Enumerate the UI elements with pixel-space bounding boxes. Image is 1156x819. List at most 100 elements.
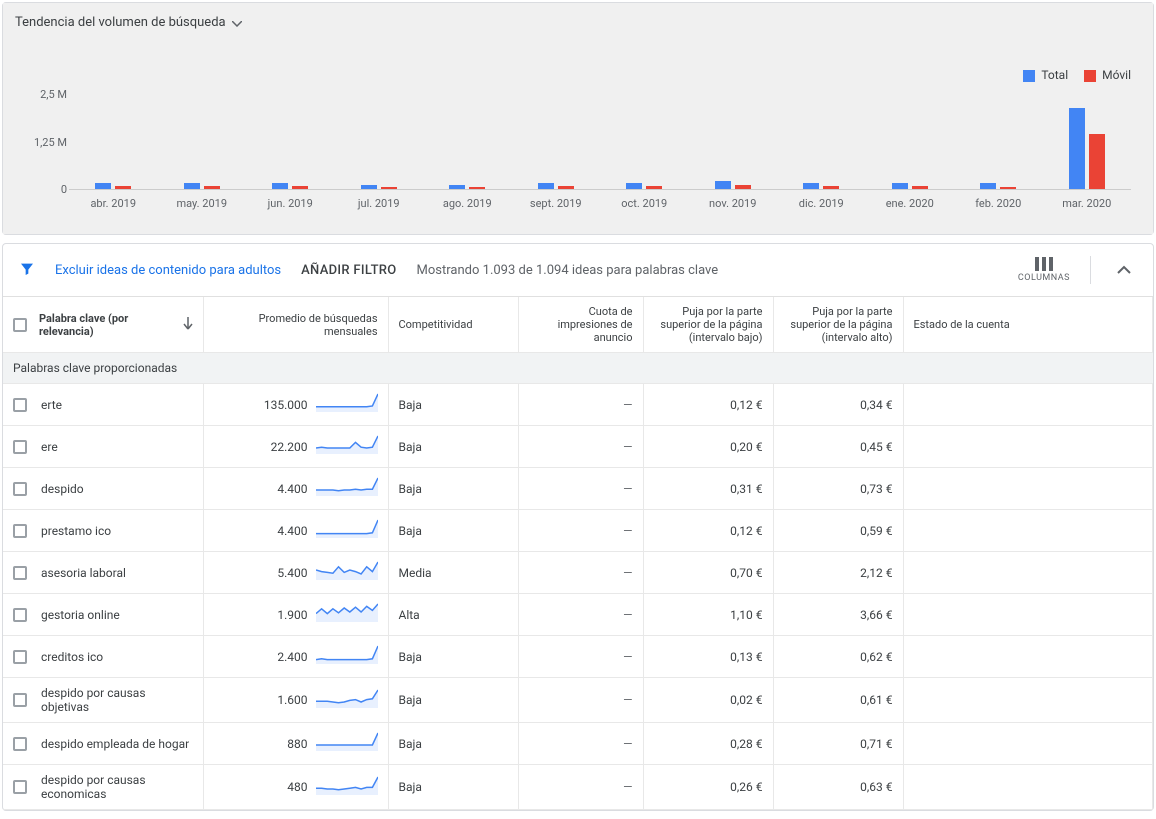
account-status bbox=[903, 510, 1153, 552]
row-checkbox[interactable] bbox=[13, 566, 27, 580]
row-checkbox[interactable] bbox=[13, 398, 27, 412]
x-tick: abr. 2019 bbox=[69, 197, 158, 210]
bar-movil bbox=[204, 186, 220, 189]
sparkline bbox=[316, 434, 378, 459]
bar-movil bbox=[115, 186, 131, 189]
impression-share: — bbox=[518, 636, 643, 678]
bid-low: 0,12 € bbox=[643, 384, 773, 426]
x-axis-labels: abr. 2019may. 2019jun. 2019jul. 2019ago.… bbox=[69, 197, 1131, 210]
avg-value: 1.600 bbox=[277, 693, 307, 707]
header-quota[interactable]: Cuota de impresiones de anuncio bbox=[518, 297, 643, 353]
chevron-down-icon[interactable] bbox=[232, 16, 242, 30]
keyword-text: ere bbox=[41, 440, 58, 454]
sparkline bbox=[316, 476, 378, 501]
bar-movil bbox=[735, 185, 751, 189]
x-tick: jun. 2019 bbox=[246, 197, 335, 210]
x-tick: jul. 2019 bbox=[335, 197, 424, 210]
table-row[interactable]: despido empleada de hogar880Baja—0,28 €0… bbox=[3, 723, 1153, 765]
impression-share: — bbox=[518, 426, 643, 468]
table-row[interactable]: despido por causas economicas480Baja—0,2… bbox=[3, 765, 1153, 810]
bar-group bbox=[512, 88, 601, 189]
table-row[interactable]: erte135.000Baja—0,12 €0,34 € bbox=[3, 384, 1153, 426]
bar-total bbox=[272, 183, 288, 189]
filter-icon[interactable] bbox=[19, 261, 35, 280]
x-tick: dic. 2019 bbox=[777, 197, 866, 210]
row-checkbox[interactable] bbox=[13, 482, 27, 496]
avg-value: 135.000 bbox=[264, 398, 308, 412]
table-row[interactable]: prestamo ico4.400Baja—0,12 €0,59 € bbox=[3, 510, 1153, 552]
chart-card: Tendencia del volumen de búsqueda Total … bbox=[2, 2, 1154, 235]
bar-total bbox=[361, 185, 377, 189]
chart-legend: Total Móvil bbox=[1023, 68, 1131, 82]
header-comp[interactable]: Competitividad bbox=[388, 297, 518, 353]
section-label: Palabras clave proporcionadas bbox=[3, 353, 1153, 384]
row-checkbox[interactable] bbox=[13, 608, 27, 622]
impression-share: — bbox=[518, 510, 643, 552]
bar-total bbox=[803, 183, 819, 189]
table-row[interactable]: creditos ico2.400Baja—0,13 €0,62 € bbox=[3, 636, 1153, 678]
table-row[interactable]: gestoria online1.900Alta—1,10 €3,66 € bbox=[3, 594, 1153, 636]
bid-low: 0,70 € bbox=[643, 552, 773, 594]
y-axis-labels: 2,5 M 1,25 M 0 bbox=[23, 88, 67, 190]
bid-low: 0,13 € bbox=[643, 636, 773, 678]
bid-high: 0,71 € bbox=[773, 723, 903, 765]
columns-button[interactable]: COLUMNAS bbox=[1018, 257, 1070, 283]
impression-share: — bbox=[518, 678, 643, 723]
competition-value: Baja bbox=[388, 426, 518, 468]
table-row[interactable]: ere22.200Baja—0,20 €0,45 € bbox=[3, 426, 1153, 468]
sort-arrow-icon[interactable] bbox=[183, 316, 193, 333]
bar-group bbox=[954, 88, 1043, 189]
ytick: 2,5 M bbox=[23, 88, 67, 101]
bar-plot bbox=[69, 88, 1131, 190]
bid-high: 0,59 € bbox=[773, 510, 903, 552]
collapse-button[interactable] bbox=[1111, 259, 1137, 281]
bid-low: 0,26 € bbox=[643, 765, 773, 810]
row-checkbox[interactable] bbox=[13, 780, 27, 794]
bid-high: 0,61 € bbox=[773, 678, 903, 723]
header-bid-low[interactable]: Puja por la parte superior de la página … bbox=[643, 297, 773, 353]
bar-group bbox=[777, 88, 866, 189]
row-checkbox[interactable] bbox=[13, 524, 27, 538]
bar-total bbox=[1069, 108, 1085, 189]
impression-share: — bbox=[518, 723, 643, 765]
competition-value: Alta bbox=[388, 594, 518, 636]
header-account[interactable]: Estado de la cuenta bbox=[903, 297, 1153, 353]
table-card: Excluir ideas de contenido para adultos … bbox=[2, 243, 1154, 811]
x-tick: may. 2019 bbox=[158, 197, 247, 210]
table-row[interactable]: despido4.400Baja—0,31 €0,73 € bbox=[3, 468, 1153, 510]
account-status bbox=[903, 384, 1153, 426]
account-status bbox=[903, 468, 1153, 510]
columns-label: COLUMNAS bbox=[1018, 273, 1070, 283]
exclude-adult-link[interactable]: Excluir ideas de contenido para adultos bbox=[55, 263, 281, 278]
bar-group bbox=[335, 88, 424, 189]
x-tick: feb. 2020 bbox=[954, 197, 1043, 210]
chart-title[interactable]: Tendencia del volumen de búsqueda bbox=[15, 15, 226, 30]
header-bid-high[interactable]: Puja por la parte superior de la página … bbox=[773, 297, 903, 353]
row-checkbox[interactable] bbox=[13, 650, 27, 664]
competition-value: Baja bbox=[388, 468, 518, 510]
bid-low: 0,31 € bbox=[643, 468, 773, 510]
bar-group bbox=[423, 88, 512, 189]
sparkline bbox=[316, 644, 378, 669]
row-checkbox[interactable] bbox=[13, 693, 27, 707]
impression-share: — bbox=[518, 384, 643, 426]
bar-total bbox=[538, 183, 554, 189]
table-row[interactable]: asesoria laboral5.400Media—0,70 €2,12 € bbox=[3, 552, 1153, 594]
select-all-checkbox[interactable] bbox=[13, 318, 27, 332]
header-keyword[interactable]: Palabra clave (por relevancia) bbox=[39, 312, 159, 338]
row-checkbox[interactable] bbox=[13, 737, 27, 751]
competition-value: Media bbox=[388, 552, 518, 594]
keyword-text: despido empleada de hogar bbox=[41, 737, 189, 751]
row-checkbox[interactable] bbox=[13, 440, 27, 454]
avg-value: 22.200 bbox=[271, 440, 308, 454]
header-avg[interactable]: Promedio de búsquedas mensuales bbox=[203, 297, 388, 353]
bar-movil bbox=[292, 186, 308, 189]
x-tick: mar. 2020 bbox=[1043, 197, 1132, 210]
competition-value: Baja bbox=[388, 765, 518, 810]
account-status bbox=[903, 594, 1153, 636]
table-row[interactable]: despido por causas objetivas1.600Baja—0,… bbox=[3, 678, 1153, 723]
keyword-text: despido por causas economicas bbox=[41, 773, 193, 801]
competition-value: Baja bbox=[388, 723, 518, 765]
ytick: 0 bbox=[23, 183, 67, 196]
add-filter-button[interactable]: AÑADIR FILTRO bbox=[301, 263, 396, 278]
